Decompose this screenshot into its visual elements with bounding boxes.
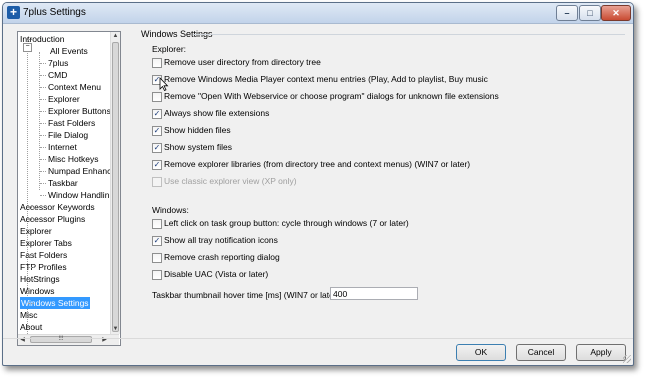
tree-item[interactable]: 7plus (48, 57, 68, 69)
tree-connector (28, 39, 34, 40)
show-system-checkbox[interactable]: ✓ (152, 143, 162, 153)
classic-view-checkbox (152, 177, 162, 187)
tree-item[interactable]: Explorer Buttons (48, 105, 111, 117)
settings-window: + 7plus Settings – □ ✕ − Introduction All… (2, 2, 634, 366)
mouse-cursor-icon (159, 77, 169, 91)
tree-line-all-events (39, 52, 40, 190)
tree-connector (28, 243, 34, 244)
settings-tree[interactable]: − Introduction All Events 7plus CMD Context … (17, 31, 121, 346)
tree-connector (28, 231, 34, 232)
close-button[interactable]: ✕ (601, 5, 631, 21)
disable-uac-label: Disable UAC (Vista or later) (164, 269, 269, 279)
always-show-ext-label: Always show file extensions (164, 108, 270, 118)
title-bar[interactable]: + 7plus Settings – □ ✕ (3, 3, 633, 24)
scroll-up-icon[interactable]: ▲ (111, 32, 120, 41)
tree-connector (28, 267, 34, 268)
tree-connector (40, 63, 46, 64)
remove-user-dir-label: Remove user directory from directory tre… (164, 57, 321, 67)
app-icon: + (7, 6, 20, 19)
disable-uac-checkbox[interactable] (152, 270, 162, 280)
tree-item[interactable]: Numpad Enhanc (48, 165, 111, 177)
ok-button[interactable]: OK (456, 344, 506, 361)
scroll-right-icon[interactable]: ▶ (100, 335, 109, 345)
remove-wmp-label: Remove Windows Media Player context menu… (164, 74, 488, 84)
remove-libraries-label: Remove explorer libraries (from director… (164, 159, 471, 169)
tree-item[interactable]: Misc Hotkeys (48, 153, 99, 165)
minimize-icon: – (564, 8, 570, 18)
tree-connector (40, 111, 46, 112)
tree-item[interactable]: HotStrings (20, 273, 60, 285)
tree-connector (40, 171, 46, 172)
tree-item[interactable]: Taskbar (48, 177, 78, 189)
minimize-button[interactable]: – (556, 5, 578, 21)
thumbnail-hover-label: Taskbar thumbnail hover time [ms] (WIN7 … (152, 290, 342, 300)
tree-connector (40, 75, 46, 76)
remove-libraries-checkbox[interactable]: ✓ (152, 160, 162, 170)
windows-group-label: Windows: (152, 205, 189, 215)
tree-connector (40, 87, 46, 88)
scroll-left-icon[interactable]: ◀ (18, 335, 27, 345)
remove-crash-checkbox[interactable] (152, 253, 162, 263)
explorer-group-label: Explorer: (152, 44, 187, 54)
show-tray-label: Show all tray notification icons (164, 235, 278, 245)
tree-item[interactable]: Explorer (20, 225, 52, 237)
maximize-icon: □ (587, 8, 593, 18)
tree-connector (40, 99, 46, 100)
vertical-scroll-thumb[interactable] (112, 42, 119, 332)
tree-item[interactable]: Introduction (20, 33, 64, 45)
tree-connector (28, 327, 34, 328)
tree-connector (40, 183, 46, 184)
show-hidden-checkbox[interactable]: ✓ (152, 126, 162, 136)
resize-grip-icon[interactable] (623, 355, 631, 363)
show-system-label: Show system files (164, 142, 233, 152)
tree-connector (28, 255, 34, 256)
tree-item[interactable]: Internet (48, 141, 77, 153)
tree-horizontal-scrollbar[interactable]: ◀ III ▶ (18, 334, 119, 345)
cancel-button[interactable]: Cancel (516, 344, 566, 361)
tree-connector (40, 195, 46, 196)
button-bar-divider (3, 338, 633, 339)
tree-item[interactable]: Explorer (48, 93, 80, 105)
window-title: 7plus Settings (23, 7, 86, 18)
tree-item[interactable]: CMD (48, 69, 67, 81)
tree-connector (28, 219, 34, 220)
panel-title-divider (193, 34, 625, 35)
remove-open-with-checkbox[interactable] (152, 92, 162, 102)
remove-crash-label: Remove crash reporting dialog (164, 252, 280, 262)
tree-connector (28, 207, 34, 208)
tree-connector (40, 159, 46, 160)
left-click-cycle-label: Left click on task group button: cycle t… (164, 218, 409, 228)
tree-item[interactable]: Fast Folders (48, 117, 95, 129)
remove-user-dir-checkbox[interactable] (152, 58, 162, 68)
tree-item[interactable]: Windows (20, 285, 54, 297)
tree-item[interactable]: File Dialog (48, 129, 88, 141)
tree-item[interactable]: All Events (50, 45, 88, 57)
scroll-down-icon[interactable]: ▼ (111, 325, 120, 334)
always-show-ext-checkbox[interactable]: ✓ (152, 109, 162, 119)
classic-view-label: Use classic explorer view (XP only) (164, 176, 297, 186)
tree-item[interactable]: Context Menu (48, 81, 101, 93)
tree-connector (40, 123, 46, 124)
tree-item[interactable]: FTP Profiles (20, 261, 67, 273)
maximize-button[interactable]: □ (579, 5, 601, 21)
show-hidden-label: Show hidden files (164, 125, 231, 135)
tree-connector (28, 303, 34, 304)
tree-connector (28, 291, 34, 292)
thumbnail-hover-input[interactable]: 400 (330, 287, 418, 300)
tree-connector (28, 279, 34, 280)
tree-connector (28, 315, 34, 316)
show-tray-checkbox[interactable]: ✓ (152, 236, 162, 246)
apply-button[interactable]: Apply (576, 344, 626, 361)
close-icon: ✕ (612, 8, 620, 18)
tree-connector (40, 147, 46, 148)
tree-item[interactable]: Window Handlin (48, 189, 109, 201)
remove-open-with-label: Remove "Open With Webservice or choose p… (164, 91, 499, 101)
tree-vertical-scrollbar[interactable]: ▲ ▼ (110, 32, 120, 334)
left-click-cycle-checkbox[interactable] (152, 219, 162, 229)
tree-connector (40, 135, 46, 136)
